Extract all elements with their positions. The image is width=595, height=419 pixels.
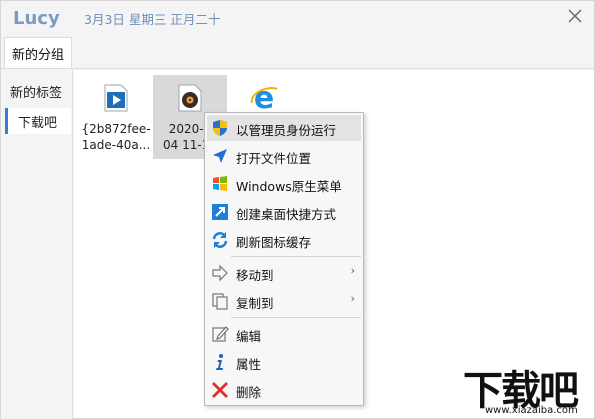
close-button[interactable] [562, 4, 588, 28]
info-icon [216, 354, 223, 370]
shield-icon [213, 120, 227, 136]
menu-item-copy-to[interactable]: 复制到 › [207, 288, 361, 314]
menu-item-open-location[interactable]: 打开文件位置 [207, 143, 361, 169]
file-name-line2: 1ade-40a... [81, 138, 151, 152]
date-label: 3月3日 星期三 正月二十 [84, 12, 221, 27]
menu-item-delete[interactable]: 删除 [207, 377, 361, 403]
menu-item-label: 创建桌面快捷方式 [236, 207, 337, 222]
sidebar-item-label: 新的标签 [10, 85, 63, 101]
menu-item-label: Windows原生菜单 [236, 179, 342, 194]
watermark-url: www.xiazaiba.com [485, 405, 578, 416]
group-tab-label: 新的分组 [12, 47, 65, 63]
edit-icon [212, 326, 229, 342]
menu-item-edit[interactable]: 编辑 [207, 321, 361, 347]
context-menu: 以管理员身份运行 打开文件位置 Windows原生菜单 创建桌面快捷方式 刷新图… [204, 112, 364, 406]
move-icon [212, 264, 228, 282]
menu-separator [231, 317, 361, 318]
sidebar-item-label: 下载吧 [18, 115, 58, 131]
menu-item-move-to[interactable]: 移动到 › [207, 260, 361, 286]
close-icon [568, 9, 582, 23]
menu-item-label: 以管理员身份运行 [236, 123, 337, 138]
windows-logo-icon [213, 176, 227, 191]
submenu-arrow-icon: › [350, 292, 355, 305]
tag-sidebar: 新的标签 下载吧 [1, 70, 73, 419]
title-bar: Lucy 3月3日 星期三 正月二十 [1, 1, 594, 35]
menu-item-label: 打开文件位置 [236, 151, 312, 166]
menu-item-label: 复制到 [236, 296, 274, 311]
app-window: Lucy 3月3日 星期三 正月二十 新的分组 新的标签 下载吧 {2b872f… [0, 0, 595, 419]
menu-item-label: 属性 [236, 357, 262, 372]
refresh-icon [212, 232, 228, 248]
menu-separator [231, 256, 361, 257]
location-arrow-icon [213, 149, 227, 163]
file-name: {2b872fee- 1ade-40a... [79, 121, 153, 153]
media-player-icon [104, 84, 128, 112]
submenu-arrow-icon: › [350, 264, 355, 277]
menu-item-refresh-icon-cache[interactable]: 刷新图标缓存 [207, 227, 361, 253]
sidebar-item-new-tag[interactable]: 新的标签 [5, 78, 71, 104]
menu-item-windows-menu[interactable]: Windows原生菜单 [207, 171, 361, 197]
sidebar-item-xiazaiba[interactable]: 下载吧 [5, 108, 71, 134]
menu-item-label: 刷新图标缓存 [236, 235, 312, 250]
music-disc-icon [178, 84, 202, 112]
shortcut-icon [212, 204, 228, 220]
menu-item-create-shortcut[interactable]: 创建桌面快捷方式 [207, 199, 361, 225]
watermark-logo: 下载吧 www.xiazaiba.com [459, 358, 594, 418]
file-item[interactable]: {2b872fee- 1ade-40a... [79, 75, 153, 159]
group-bar: 新的分组 [1, 35, 594, 69]
menu-item-label: 编辑 [236, 329, 262, 344]
delete-icon [212, 382, 228, 398]
menu-item-properties[interactable]: 属性 [207, 349, 361, 375]
menu-item-label: 移动到 [236, 268, 274, 283]
internet-explorer-icon: e [250, 83, 278, 113]
menu-item-run-as-admin[interactable]: 以管理员身份运行 [207, 115, 361, 141]
menu-item-label: 删除 [236, 385, 262, 400]
copy-icon [212, 293, 228, 310]
app-title: Lucy [13, 8, 60, 29]
file-name-line1: {2b872fee- [81, 122, 151, 136]
group-tab-new[interactable]: 新的分组 [4, 37, 73, 68]
